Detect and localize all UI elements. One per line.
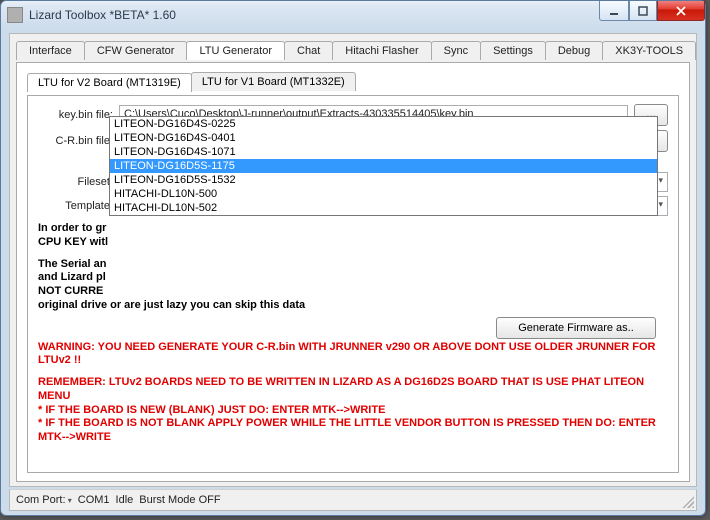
tab-ltu-generator[interactable]: LTU Generator — [186, 41, 285, 60]
template-dropdown-list[interactable]: LITEON-DG16D4S-0225 LITEON-DG16D4S-0401 … — [109, 116, 658, 216]
info-line-2: CPU KEY witl — [38, 236, 108, 248]
status-burst-mode: Burst Mode OFF — [139, 494, 220, 506]
statusbar: Com Port: COM1 Idle Burst Mode OFF — [9, 489, 697, 511]
maximize-button[interactable] — [629, 1, 657, 21]
tab-ltu-v1-board[interactable]: LTU for V1 Board (MT1332E) — [191, 72, 356, 91]
tab-ltu-v2-board[interactable]: LTU for V2 Board (MT1319E) — [27, 73, 192, 92]
warning-line-1: WARNING: YOU NEED GENERATE YOUR C-R.bin … — [38, 341, 655, 367]
tab-hitachi-flasher[interactable]: Hitachi Flasher — [332, 41, 431, 60]
minimize-icon — [609, 6, 619, 16]
status-state: Idle — [116, 494, 134, 506]
info-line-6: original drive or are just lazy you can … — [38, 299, 305, 311]
client-area: Interface CFW Generator LTU Generator Ch… — [9, 33, 697, 487]
info-text-block: In order to gr CPU KEY witl The Serial a… — [38, 222, 668, 313]
tab-debug[interactable]: Debug — [545, 41, 603, 60]
info-line-5: NOT CURRE — [38, 285, 103, 297]
tab-xk3y-tools[interactable]: XK3Y-TOOLS — [602, 41, 696, 60]
template-option-selected[interactable]: LITEON-DG16D5S-1175 — [110, 159, 657, 173]
label-fileset: Fileset: — [38, 176, 113, 188]
label-template: Template: — [38, 200, 113, 212]
close-icon — [675, 6, 687, 16]
window-title: Lizard Toolbox *BETA* 1.60 — [29, 8, 176, 22]
warning-line-2: REMEMBER: LTUv2 BOARDS NEED TO BE WRITTE… — [38, 376, 644, 402]
tab-cfw-generator[interactable]: CFW Generator — [84, 41, 188, 60]
resize-grip[interactable] — [682, 496, 694, 508]
sub-tab-body: key.bin file: C:\Users\Cuco\Desktop\J-ru… — [27, 95, 679, 473]
sub-tabstrip: LTU for V2 Board (MT1319E) LTU for V1 Bo… — [17, 63, 689, 91]
main-window: Lizard Toolbox *BETA* 1.60 Interface CFW… — [0, 0, 706, 516]
label-key-bin: key.bin file: — [38, 109, 113, 121]
titlebar[interactable]: Lizard Toolbox *BETA* 1.60 — [1, 1, 705, 29]
maximize-icon — [638, 6, 648, 16]
info-line-1: In order to gr — [38, 222, 106, 234]
template-option[interactable]: HITACHI-DL10N-502 — [110, 201, 657, 215]
status-com-port-value: COM1 — [78, 494, 110, 506]
tab-interface[interactable]: Interface — [16, 41, 85, 60]
label-cr-bin: C-R.bin file: — [38, 135, 113, 147]
close-button[interactable] — [657, 1, 705, 21]
info-line-4: and Lizard pl — [38, 271, 106, 283]
generate-firmware-button[interactable]: Generate Firmware as.. — [496, 317, 656, 339]
tab-chat[interactable]: Chat — [284, 41, 333, 60]
app-icon — [7, 7, 23, 23]
tab-settings[interactable]: Settings — [480, 41, 546, 60]
template-option[interactable]: LITEON-DG16D4S-0401 — [110, 131, 657, 145]
minimize-button[interactable] — [599, 1, 629, 21]
template-option[interactable]: LITEON-DG16D4S-0225 — [110, 117, 657, 131]
main-tab-body: LTU for V2 Board (MT1319E) LTU for V1 Bo… — [16, 62, 690, 482]
window-controls — [599, 1, 705, 21]
warning-text: WARNING: YOU NEED GENERATE YOUR C-R.bin … — [38, 341, 668, 445]
info-line-3: The Serial an — [38, 258, 106, 270]
warning-line-4: * IF THE BOARD IS NOT BLANK APPLY POWER … — [38, 417, 656, 443]
status-com-port-label[interactable]: Com Port: — [16, 494, 72, 506]
warning-line-3: * IF THE BOARD IS NEW (BLANK) JUST DO: E… — [38, 404, 385, 416]
template-option[interactable]: HITACHI-DL10N-500 — [110, 187, 657, 201]
template-option[interactable]: LITEON-DG16D4S-1071 — [110, 145, 657, 159]
tab-sync[interactable]: Sync — [431, 41, 481, 60]
main-tabstrip: Interface CFW Generator LTU Generator Ch… — [10, 34, 696, 60]
template-option[interactable]: LITEON-DG16D5S-1532 — [110, 173, 657, 187]
